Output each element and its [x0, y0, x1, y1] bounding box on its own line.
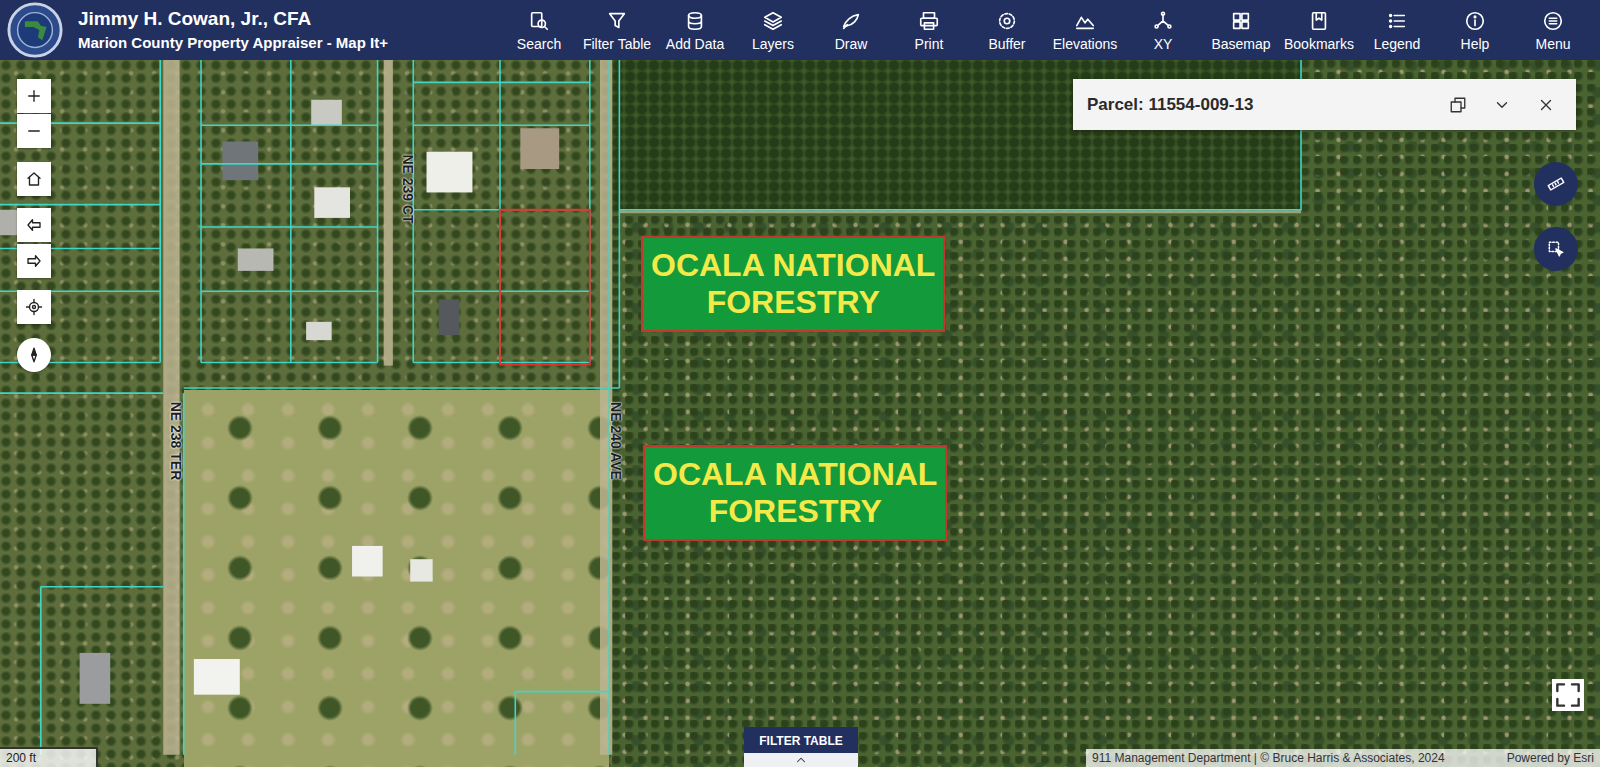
back-arrow-icon — [25, 216, 43, 234]
filter-table-tab[interactable]: FILTER TABLE — [744, 727, 858, 767]
app-subtitle: Marion County Property Appraiser - Map I… — [78, 35, 388, 52]
forest-label: OCALA NATIONALFORESTRY — [643, 445, 947, 541]
map-control-button[interactable] — [17, 162, 51, 196]
chevron-down-icon — [1493, 96, 1511, 114]
toolbar-label: Legend — [1374, 37, 1421, 52]
basemap-icon — [1230, 10, 1252, 32]
toolbar-label: Print — [915, 37, 944, 52]
forward-arrow-icon — [25, 252, 43, 270]
map-control-button[interactable] — [17, 244, 51, 278]
toolbar-button[interactable]: Buffer — [968, 4, 1046, 56]
map-control-button[interactable] — [17, 208, 51, 242]
toolbar-label: XY — [1154, 37, 1173, 52]
legend-icon — [1386, 10, 1408, 32]
toolbar-button[interactable]: Search — [500, 4, 578, 56]
zoom-out-icon — [25, 122, 43, 140]
palette-icon — [840, 10, 862, 32]
help-icon — [1464, 10, 1486, 32]
powered-by: Powered by Esri — [1507, 751, 1594, 765]
database-icon — [684, 10, 706, 32]
chevron-up-icon — [794, 753, 808, 767]
map-tool-button[interactable] — [1534, 227, 1578, 271]
forest-label: OCALA NATIONALFORESTRY — [641, 236, 945, 332]
popup-button[interactable] — [1486, 96, 1518, 114]
toolbar-button[interactable]: Bookmarks — [1280, 4, 1358, 56]
toolbar-label: Elevations — [1053, 37, 1118, 52]
forest-label-line: OCALA NATIONAL — [653, 456, 937, 493]
zoom-in-icon — [25, 87, 43, 105]
print-icon — [918, 10, 940, 32]
menu-icon — [1542, 10, 1564, 32]
toolbar-label: Basemap — [1211, 37, 1270, 52]
forest-label-line: OCALA NATIONAL — [651, 247, 935, 284]
fullscreen-button[interactable] — [1552, 679, 1584, 711]
toolbar-label: Bookmarks — [1284, 37, 1354, 52]
parcel-popup: Parcel: 11554-009-13 — [1073, 79, 1576, 130]
toolbar-label: Buffer — [988, 37, 1025, 52]
dock-icon — [1449, 96, 1467, 114]
xy-icon — [1152, 10, 1174, 32]
map-control-button[interactable] — [17, 114, 51, 148]
search-icon — [528, 10, 550, 32]
fullscreen-icon — [1552, 679, 1584, 711]
toolbar-label: Layers — [752, 37, 794, 52]
locate-icon — [25, 298, 43, 316]
toolbar-label: Menu — [1535, 37, 1570, 52]
toolbar-button[interactable]: Print — [890, 4, 968, 56]
toolbar-label: Search — [517, 37, 561, 52]
map-tool-button[interactable] — [1534, 162, 1578, 206]
brand: Jimmy H. Cowan, Jr., CFA Marion County Pr… — [0, 1, 500, 59]
toolbar-label: Add Data — [666, 37, 724, 52]
logo-icon[interactable] — [6, 1, 64, 59]
home-icon — [25, 170, 43, 188]
filter-icon — [606, 10, 628, 32]
attribution: 911 Management Department | © Bruce Harr… — [1086, 749, 1600, 767]
toolbar-button[interactable]: Help — [1436, 4, 1514, 56]
popup-button[interactable] — [1442, 96, 1474, 114]
road-label: NE 238 TER — [168, 402, 184, 481]
filter-table-label: FILTER TABLE — [755, 734, 847, 753]
road-label: NE 239 CT — [400, 154, 416, 223]
toolbar-button[interactable]: Legend — [1358, 4, 1436, 56]
parcel-lines[interactable] — [0, 60, 1600, 767]
toolbar-button[interactable]: Draw — [812, 4, 890, 56]
forest-label-line: FORESTRY — [707, 284, 880, 321]
road-label: NE 240 AVE — [608, 402, 624, 480]
toolbar-label: Draw — [835, 37, 868, 52]
bookmark-icon — [1308, 10, 1330, 32]
toolbar-button[interactable]: Elevations — [1046, 4, 1124, 56]
toolbar-label: Help — [1461, 37, 1490, 52]
select-icon — [1546, 239, 1566, 259]
toolbar-button[interactable]: Layers — [734, 4, 812, 56]
map-control-button[interactable] — [17, 79, 51, 113]
map-view[interactable]: NE 239 CT NE 238 TER NE 240 AVE OCALA NATIO… — [0, 60, 1600, 767]
toolbar-button[interactable]: Basemap — [1202, 4, 1280, 56]
toolbar-button[interactable]: XY — [1124, 4, 1202, 56]
toolbar-button[interactable]: Menu — [1514, 4, 1592, 56]
toolbar-button[interactable]: Add Data — [656, 4, 734, 56]
scale-bar: 200 ft — [0, 747, 98, 767]
attribution-text: 911 Management Department | © Bruce Harr… — [1092, 751, 1445, 765]
app-title: Jimmy H. Cowan, Jr., CFA — [78, 9, 388, 30]
filter-table-toggle[interactable] — [744, 753, 858, 767]
buffer-icon — [996, 10, 1018, 32]
pasture-imagery — [184, 390, 609, 767]
app-header: Jimmy H. Cowan, Jr., CFA Marion County Pr… — [0, 0, 1600, 60]
toolbar-button[interactable]: Filter Table — [578, 4, 656, 56]
measure-icon — [1546, 174, 1566, 194]
compass-icon — [25, 346, 43, 364]
popup-title: Parcel: 11554-009-13 — [1087, 95, 1430, 115]
elevation-icon — [1074, 10, 1096, 32]
brand-text: Jimmy H. Cowan, Jr., CFA Marion County Pr… — [78, 9, 388, 51]
map-control-button[interactable] — [17, 338, 51, 372]
forest-label-line: FORESTRY — [709, 493, 882, 530]
layers-icon — [762, 10, 784, 32]
toolbar-label: Filter Table — [583, 37, 651, 52]
toolbar: Search Filter Table Add Data Layers Draw Prin… — [500, 4, 1600, 56]
close-icon — [1537, 96, 1555, 114]
map-control-button[interactable] — [17, 290, 51, 324]
popup-button[interactable] — [1530, 96, 1562, 114]
